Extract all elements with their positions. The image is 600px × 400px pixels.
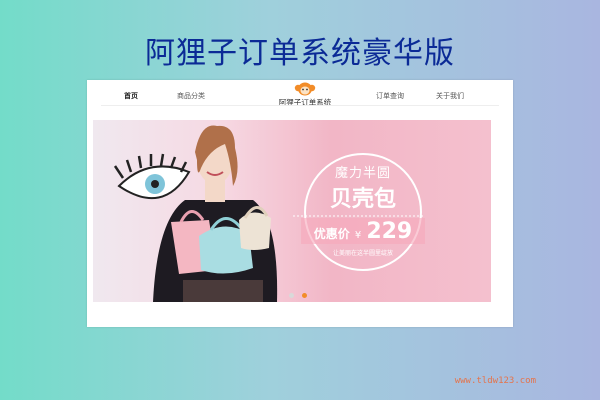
promo-title: 贝壳包 bbox=[329, 187, 396, 212]
website-screenshot: 首页 商品分类 阿狸子订单系统 订单查询 关于我们 魔力半圆 贝壳包 优惠价 ¥… bbox=[87, 80, 513, 327]
hero-banner[interactable]: 魔力半圆 贝壳包 优惠价 ¥ 229 让美丽在这半圆里绽放 bbox=[93, 120, 491, 302]
site-url[interactable]: www.tldw123.com bbox=[455, 376, 536, 386]
nav-item-categories[interactable]: 商品分类 bbox=[177, 91, 205, 101]
nav-item-order-query[interactable]: 订单查询 bbox=[376, 91, 404, 101]
carousel-dot-1[interactable] bbox=[289, 293, 294, 298]
page-title: 阿狸子订单系统豪华版 bbox=[145, 36, 455, 71]
carousel-dots bbox=[289, 283, 310, 302]
promo-text: 魔力半圆 贝壳包 优惠价 ¥ 229 让美丽在这半圆里绽放 bbox=[303, 162, 423, 257]
nav-divider bbox=[101, 105, 499, 106]
currency-symbol: ¥ bbox=[354, 230, 362, 241]
promo-price: 229 bbox=[366, 219, 413, 244]
brand-name: 阿狸子订单系统 bbox=[278, 98, 332, 107]
promo-subtitle: 魔力半圆 bbox=[334, 166, 391, 181]
top-nav: 首页 商品分类 阿狸子订单系统 订单查询 关于我们 bbox=[87, 80, 513, 116]
promo-note: 让美丽在这半圆里绽放 bbox=[332, 250, 393, 257]
eye-illustration-icon bbox=[113, 153, 191, 200]
nav-item-home[interactable]: 首页 bbox=[124, 91, 138, 101]
monkey-logo-icon bbox=[294, 82, 316, 96]
carousel-dot-2[interactable] bbox=[302, 293, 308, 298]
banner-art bbox=[113, 125, 425, 302]
nav-item-about[interactable]: 关于我们 bbox=[436, 91, 464, 101]
promo-price-row: 优惠价 ¥ 229 bbox=[303, 219, 423, 244]
price-label: 优惠价 bbox=[313, 227, 350, 241]
